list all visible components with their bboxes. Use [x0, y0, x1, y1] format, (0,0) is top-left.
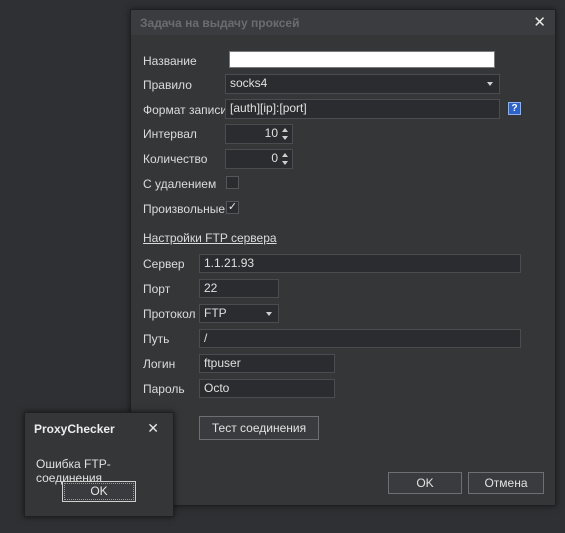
rule-select[interactable]: socks4 — [225, 74, 500, 94]
rule-select-value: socks4 — [230, 76, 268, 90]
server-label: Сервер — [143, 257, 185, 271]
password-input[interactable]: Octo — [199, 379, 335, 398]
interval-spinbox[interactable]: 10 — [225, 124, 293, 144]
error-messagebox: ProxyChecker ✕ Ошибка FTP-соединения OK — [24, 412, 174, 517]
count-spinbox[interactable]: 0 — [225, 149, 293, 169]
path-input[interactable]: / — [199, 329, 521, 348]
format-label: Формат записи — [143, 103, 228, 117]
interval-value: 10 — [264, 126, 278, 140]
rule-label: Правило — [143, 78, 192, 92]
messagebox-ok-label: OK — [64, 483, 134, 500]
count-label: Количество — [143, 152, 208, 166]
format-input[interactable]: [auth][ip]:[port] — [225, 99, 500, 119]
messagebox-title: ProxyChecker — [34, 422, 115, 436]
count-value: 0 — [271, 151, 278, 165]
login-label: Логин — [143, 357, 176, 371]
proxy-task-dialog: Задача на выдачу проксей ✕ Название Прав… — [130, 9, 556, 506]
spin-arrows-icon[interactable] — [281, 126, 289, 142]
ok-button[interactable]: OK — [388, 472, 462, 494]
protocol-label: Протокол — [143, 307, 196, 321]
login-input[interactable]: ftpuser — [199, 354, 335, 373]
password-label: Пароль — [143, 382, 185, 396]
cancel-button[interactable]: Отмена — [468, 472, 544, 494]
close-icon[interactable]: ✕ — [533, 13, 546, 31]
random-checkbox[interactable]: ✓ — [226, 201, 239, 214]
messagebox-ok-button[interactable]: OK — [62, 481, 136, 502]
protocol-select[interactable]: FTP — [199, 304, 279, 323]
test-connection-button[interactable]: Тест соединения — [199, 416, 319, 440]
interval-label: Интервал — [143, 127, 197, 141]
ftp-section-title: Настройки FTP сервера — [143, 231, 277, 245]
help-icon[interactable]: ? — [508, 102, 521, 115]
path-label: Путь — [143, 332, 170, 346]
close-icon[interactable]: ✕ — [147, 420, 159, 437]
protocol-select-value: FTP — [204, 306, 227, 320]
port-input[interactable]: 22 — [199, 279, 279, 298]
delete-label: С удалением — [143, 177, 217, 191]
name-label: Название — [143, 54, 197, 68]
chevron-down-icon — [266, 312, 272, 316]
port-label: Порт — [143, 282, 171, 296]
chevron-down-icon — [487, 82, 493, 86]
checkmark-icon: ✓ — [227, 201, 238, 213]
name-input[interactable] — [229, 51, 495, 68]
dialog-titlebar: Задача на выдачу проксей ✕ — [131, 10, 555, 35]
random-label: Произвольные — [143, 202, 226, 216]
spin-arrows-icon[interactable] — [281, 151, 289, 167]
dialog-title: Задача на выдачу проксей — [140, 16, 300, 30]
server-input[interactable]: 1.1.21.93 — [199, 254, 521, 273]
delete-checkbox[interactable] — [226, 176, 239, 189]
